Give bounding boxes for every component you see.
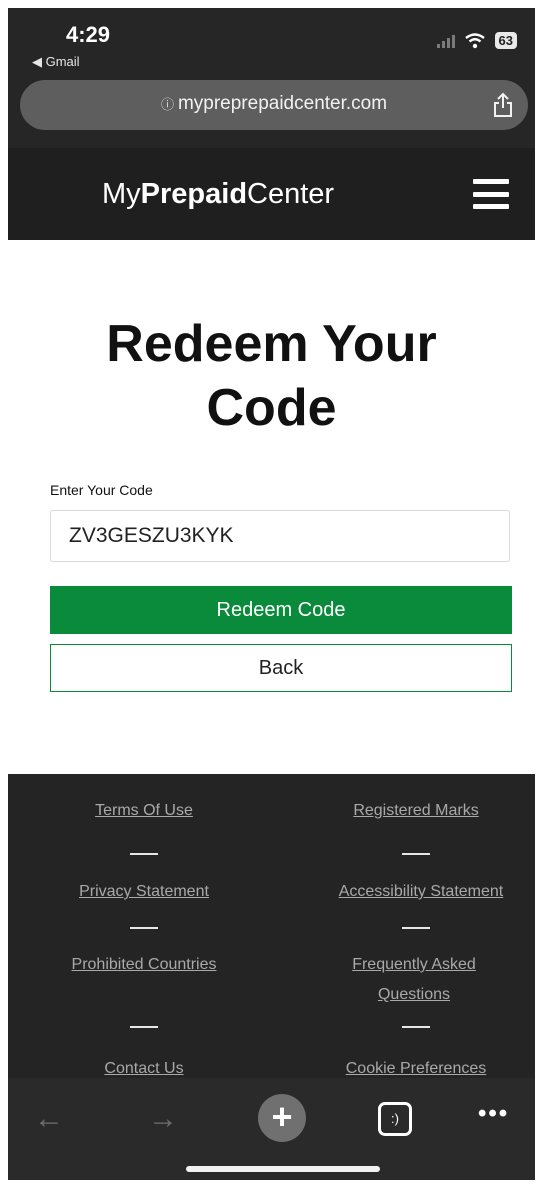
back-button[interactable]: Back: [50, 644, 512, 692]
site-header: MyPrepaidCenter: [8, 148, 535, 240]
status-time: 4:29: [66, 22, 111, 47]
terms-of-use-link[interactable]: Terms Of Use: [48, 796, 240, 826]
tabs-icon[interactable]: :): [378, 1102, 412, 1136]
back-to-app-link[interactable]: ◀ Gmail: [32, 54, 80, 70]
registered-marks-link[interactable]: Registered Marks: [314, 796, 518, 826]
faq-link[interactable]: Frequently Asked Questions: [334, 950, 494, 1010]
more-menu-icon[interactable]: •••: [478, 1100, 509, 1128]
privacy-statement-link[interactable]: Privacy Statement: [48, 877, 240, 907]
code-input[interactable]: [50, 510, 510, 562]
divider: [402, 927, 430, 929]
divider: [402, 1026, 430, 1028]
phone-screen: 4:29 ◀ Gmail 63 ⓘmypreprepaidcenter.com: [8, 8, 535, 1180]
site-logo[interactable]: MyPrepaidCenter: [102, 178, 334, 211]
home-indicator[interactable]: [186, 1166, 380, 1172]
battery-icon: 63: [494, 32, 517, 49]
cellular-signal-icon: [436, 34, 455, 48]
url-text: mypreprepaidcenter.com: [177, 93, 388, 114]
code-field-label: Enter Your Code: [50, 482, 153, 498]
browser-top: 4:29 ◀ Gmail 63 ⓘ mypreprepaidcenter.com: [8, 8, 535, 148]
status-icons: 63: [436, 32, 517, 49]
forward-arrow-icon[interactable]: →: [148, 1102, 178, 1136]
back-arrow-icon[interactable]: ←: [34, 1102, 64, 1136]
new-tab-icon[interactable]: +: [258, 1094, 306, 1142]
wifi-icon: [464, 32, 485, 48]
url-bar[interactable]: ⓘ mypreprepaidcenter.com: [20, 80, 528, 130]
page-title: Redeem Your Code: [106, 315, 437, 437]
redeem-code-button[interactable]: Redeem Code: [50, 586, 512, 634]
browser-toolbar: ← → + :) •••: [8, 1078, 535, 1180]
hamburger-menu-icon[interactable]: [473, 179, 509, 209]
divider: [130, 1026, 158, 1028]
divider: [130, 853, 158, 855]
prohibited-countries-link[interactable]: Prohibited Countries: [48, 950, 240, 980]
site-footer: Terms Of Use Registered Marks Privacy St…: [8, 774, 535, 1094]
share-icon[interactable]: [492, 92, 514, 118]
divider: [402, 853, 430, 855]
divider: [130, 927, 158, 929]
site-info-icon[interactable]: ⓘ: [161, 97, 174, 112]
accessibility-statement-link[interactable]: Accessibility Statement: [314, 877, 528, 907]
